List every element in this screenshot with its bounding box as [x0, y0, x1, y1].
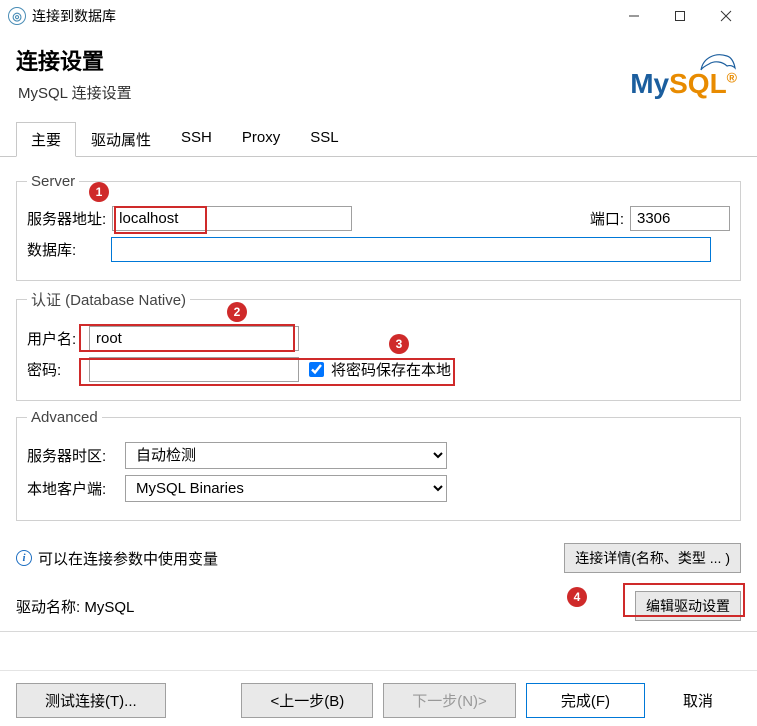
- maximize-button[interactable]: [657, 1, 703, 31]
- annotation-2: 2: [227, 302, 247, 322]
- client-label: 本地客户端:: [27, 478, 119, 499]
- logo-sql: SQL: [669, 68, 727, 99]
- port-input[interactable]: [630, 206, 730, 231]
- pass-label: 密码:: [27, 359, 83, 380]
- tab-ssl[interactable]: SSL: [295, 122, 353, 157]
- info-icon: i: [16, 550, 32, 566]
- driver-row: 驱动名称: MySQL 4 编辑驱动设置: [0, 573, 757, 632]
- info-text: 可以在连接参数中使用变量: [38, 548, 218, 569]
- save-password-checkbox[interactable]: [309, 362, 324, 377]
- logo-my: My: [630, 68, 669, 99]
- tab-ssh[interactable]: SSH: [166, 122, 227, 157]
- title-bar: ◎ 连接到数据库: [0, 0, 757, 32]
- tab-driver-props[interactable]: 驱动属性: [76, 122, 166, 157]
- window-title: 连接到数据库: [32, 6, 116, 26]
- header: 连接设置 MySQL 连接设置 MySQL®: [0, 32, 757, 107]
- close-button[interactable]: [703, 1, 749, 31]
- advanced-group: Advanced 服务器时区: 自动检测 本地客户端: MySQL Binari…: [16, 409, 741, 521]
- auth-group: 认证 (Database Native) 2 3 用户名: 密码: 将密码保存在…: [16, 289, 741, 401]
- db-input[interactable]: [111, 237, 711, 262]
- db-label: 数据库:: [27, 239, 105, 260]
- client-select[interactable]: MySQL Binaries: [125, 475, 447, 502]
- port-label: 端口:: [590, 208, 624, 229]
- tz-select[interactable]: 自动检测: [125, 442, 447, 469]
- user-input[interactable]: [89, 326, 299, 351]
- next-button: 下一步(N)>: [383, 683, 516, 718]
- page-subtitle: MySQL 连接设置: [18, 82, 132, 103]
- cancel-button[interactable]: 取消: [655, 684, 741, 717]
- tab-proxy[interactable]: Proxy: [227, 122, 295, 157]
- advanced-legend: Advanced: [27, 409, 102, 426]
- tabs: 主要 驱动属性 SSH Proxy SSL: [0, 107, 757, 157]
- content: Server 1 服务器地址: 端口: 数据库: 认证 (Database Na…: [0, 157, 757, 521]
- server-legend: Server: [27, 173, 79, 190]
- edit-driver-button[interactable]: 编辑驱动设置: [635, 591, 741, 621]
- user-label: 用户名:: [27, 328, 83, 349]
- driver-label: 驱动名称: MySQL: [16, 596, 134, 617]
- host-input[interactable]: [112, 206, 352, 231]
- password-input[interactable]: [89, 357, 299, 382]
- test-connection-button[interactable]: 测试连接(T)...: [16, 683, 166, 718]
- footer: 测试连接(T)... <上一步(B) 下一步(N)> 完成(F) 取消: [0, 670, 757, 726]
- annotation-1: 1: [89, 182, 109, 202]
- page-title: 连接设置: [16, 44, 132, 76]
- tz-label: 服务器时区:: [27, 445, 119, 466]
- save-password-label: 将密码保存在本地: [331, 359, 451, 380]
- minimize-button[interactable]: [611, 1, 657, 31]
- mysql-logo: MySQL®: [630, 48, 737, 100]
- annotation-3: 3: [389, 334, 409, 354]
- host-label: 服务器地址:: [27, 208, 106, 229]
- app-icon: ◎: [8, 7, 26, 25]
- tab-main[interactable]: 主要: [16, 122, 76, 157]
- info-row: i 可以在连接参数中使用变量 连接详情(名称、类型 ... ): [0, 529, 757, 573]
- finish-button[interactable]: 完成(F): [526, 683, 645, 718]
- connection-details-button[interactable]: 连接详情(名称、类型 ... ): [564, 543, 741, 573]
- server-group: Server 1 服务器地址: 端口: 数据库:: [16, 173, 741, 281]
- save-password-wrap[interactable]: 将密码保存在本地: [305, 359, 451, 380]
- annotation-4: 4: [567, 587, 587, 607]
- auth-legend: 认证 (Database Native): [27, 289, 190, 310]
- back-button[interactable]: <上一步(B): [241, 683, 373, 718]
